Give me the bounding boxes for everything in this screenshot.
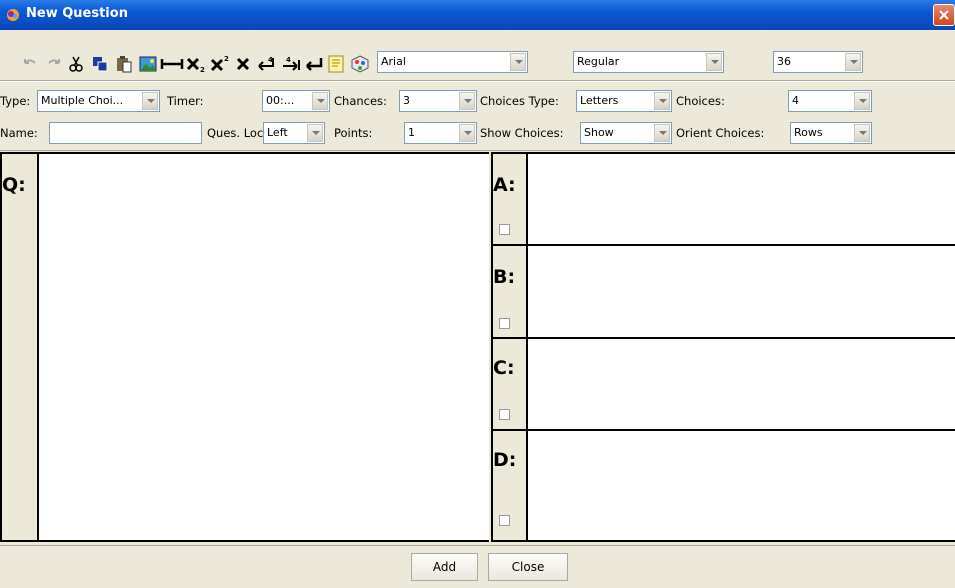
orient-choices-label: Orient Choices: xyxy=(676,126,765,140)
svg-text:4: 4 xyxy=(268,56,273,64)
formatting-toolbar: 2 2 4 4 Arial Regular 36 xyxy=(0,30,955,78)
chevron-down-icon[interactable] xyxy=(706,53,722,71)
subscript-icon[interactable]: 2 xyxy=(186,54,208,74)
svg-text:2: 2 xyxy=(200,66,205,74)
answer-d-label: D: xyxy=(493,449,517,471)
answer-c-label: C: xyxy=(493,357,515,379)
answer-c-correct-checkbox[interactable] xyxy=(499,409,510,420)
line-break-icon[interactable] xyxy=(304,54,324,74)
font-style-value: Regular xyxy=(577,55,620,68)
chevron-down-icon[interactable] xyxy=(854,92,870,110)
name-input[interactable] xyxy=(49,122,202,144)
answer-a-label: A: xyxy=(493,174,516,196)
question-panel: Q: xyxy=(0,152,489,542)
show-choices-label: Show Choices: xyxy=(480,126,564,140)
font-size-value: 36 xyxy=(777,55,791,68)
answer-row-d: D: xyxy=(493,431,955,540)
timer-value: 00:... xyxy=(266,94,295,107)
answer-row-a: A: xyxy=(493,154,955,246)
window-title: New Question xyxy=(26,6,128,21)
points-label: Points: xyxy=(334,126,373,140)
horizontal-line-icon[interactable] xyxy=(160,54,184,74)
choices-label: Choices: xyxy=(676,94,725,108)
add-button[interactable]: Add xyxy=(411,553,478,581)
choices-type-value: Letters xyxy=(580,94,619,107)
font-style-select[interactable]: Regular xyxy=(573,51,724,73)
question-label: Q: xyxy=(2,174,26,196)
chevron-down-icon[interactable] xyxy=(854,124,870,142)
answer-row-c: C: xyxy=(493,339,955,431)
indent-left-icon[interactable]: 4 xyxy=(256,54,278,74)
chevron-down-icon[interactable] xyxy=(654,92,670,110)
font-family-value: Arial xyxy=(381,55,406,68)
choices-count-select[interactable]: 4 xyxy=(788,90,872,112)
answer-b-label: B: xyxy=(493,266,516,288)
choices-count-value: 4 xyxy=(792,94,799,107)
ques-location-select[interactable]: Left xyxy=(263,122,325,144)
font-family-select[interactable]: Arial xyxy=(377,51,528,73)
timer-select[interactable]: 00:... xyxy=(262,90,330,112)
name-label: Name: xyxy=(0,126,38,140)
type-value: Multiple Choi... xyxy=(41,94,124,107)
timer-label: Timer: xyxy=(167,94,204,108)
chances-value: 3 xyxy=(403,94,410,107)
choices-type-select[interactable]: Letters xyxy=(576,90,672,112)
font-size-select[interactable]: 36 xyxy=(773,51,863,73)
choices-type-label: Choices Type: xyxy=(480,94,559,108)
copy-icon[interactable] xyxy=(90,54,110,74)
undo-icon[interactable] xyxy=(20,54,40,74)
close-icon xyxy=(939,10,949,20)
chevron-down-icon[interactable] xyxy=(654,124,670,142)
answer-b-correct-checkbox[interactable] xyxy=(499,318,510,329)
orient-choices-select[interactable]: Rows xyxy=(790,122,872,144)
answer-d-editor[interactable] xyxy=(526,431,955,540)
superscript-icon[interactable]: 2 xyxy=(210,54,232,74)
answer-b-editor[interactable] xyxy=(526,246,955,337)
chances-label: Chances: xyxy=(334,94,387,108)
window-close-button[interactable] xyxy=(933,4,955,26)
answer-row-b: B: xyxy=(493,246,955,339)
note-icon[interactable] xyxy=(326,54,346,74)
object-icon[interactable] xyxy=(350,54,370,74)
divider xyxy=(0,545,955,546)
answer-d-correct-checkbox[interactable] xyxy=(499,515,510,526)
app-icon xyxy=(6,8,20,22)
title-bar: New Question xyxy=(0,0,955,30)
chevron-down-icon[interactable] xyxy=(510,53,526,71)
chevron-down-icon[interactable] xyxy=(459,124,475,142)
type-select[interactable]: Multiple Choi... xyxy=(37,90,160,112)
points-select[interactable]: 1 xyxy=(404,122,477,144)
answer-a-editor[interactable] xyxy=(526,154,955,244)
answers-panel: A: B: C: D: xyxy=(491,152,955,542)
question-editor[interactable] xyxy=(37,154,489,540)
divider xyxy=(0,81,955,82)
show-choices-value: Show xyxy=(584,126,614,139)
insert-image-icon[interactable] xyxy=(138,54,158,74)
orient-choices-value: Rows xyxy=(794,126,823,139)
redo-icon[interactable] xyxy=(44,54,64,74)
close-button[interactable]: Close xyxy=(488,553,568,581)
svg-text:2: 2 xyxy=(224,55,229,63)
divider xyxy=(0,150,955,151)
show-choices-select[interactable]: Show xyxy=(580,122,672,144)
answer-c-editor[interactable] xyxy=(526,339,955,429)
chevron-down-icon[interactable] xyxy=(307,124,323,142)
indent-right-icon[interactable]: 4 xyxy=(280,54,302,74)
points-value: 1 xyxy=(408,126,415,139)
cut-icon[interactable] xyxy=(66,54,86,74)
answer-a-correct-checkbox[interactable] xyxy=(499,224,510,235)
ques-location-value: Left xyxy=(267,126,288,139)
paste-icon[interactable] xyxy=(114,54,134,74)
chevron-down-icon[interactable] xyxy=(845,53,861,71)
chances-select[interactable]: 3 xyxy=(399,90,477,112)
svg-text:4: 4 xyxy=(286,56,291,64)
chevron-down-icon[interactable] xyxy=(312,92,328,110)
chevron-down-icon[interactable] xyxy=(142,92,158,110)
clear-format-icon[interactable] xyxy=(234,54,254,74)
chevron-down-icon[interactable] xyxy=(459,92,475,110)
type-label: Type: xyxy=(0,94,31,108)
